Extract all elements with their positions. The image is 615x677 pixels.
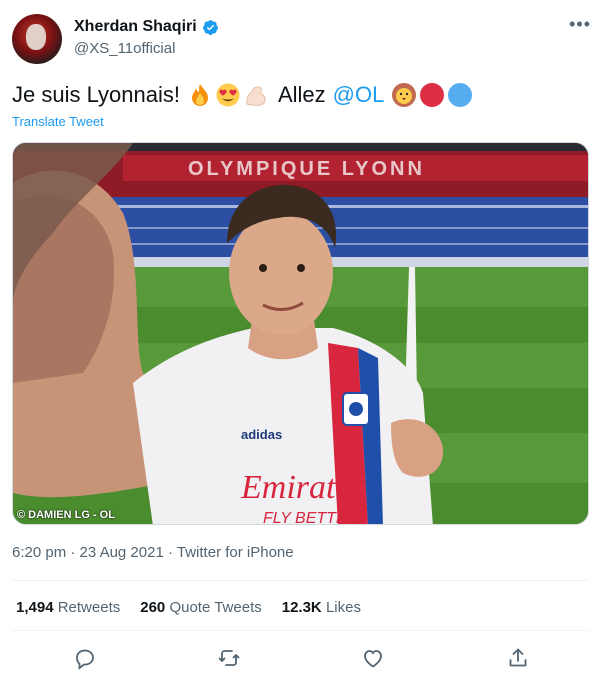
tweet-time[interactable]: 6:20 pm	[12, 544, 66, 561]
likes-count: 12.3K	[281, 599, 322, 616]
tweet-text: Je suis Lyonnais! Allez @OL	[12, 82, 475, 108]
tweet-meta: 6:20 pm · 23 Aug 2021 · Twitter for iPho…	[12, 544, 294, 561]
lion-emoji-icon	[392, 83, 417, 107]
divider-bottom	[12, 630, 589, 631]
tweet-stats: 1,494 Retweets 260 Quote Tweets 12.3K Li…	[16, 599, 361, 616]
tweet-source[interactable]: Twitter for iPhone	[177, 544, 294, 561]
likes-stat[interactable]: 12.3K Likes	[282, 599, 361, 616]
avatar-face	[26, 24, 46, 50]
tweet-text-part1: Je suis Lyonnais!	[12, 82, 180, 107]
stadium-selfie-illustration: OLYMPIQUE LYONN Emirates FLY BETTER adid…	[13, 143, 588, 525]
like-heart-icon[interactable]	[361, 646, 385, 670]
author-handle[interactable]: @XS_11official	[74, 40, 175, 57]
quote-tweets-count: 260	[140, 599, 166, 616]
tweet-photo[interactable]: OLYMPIQUE LYONN Emirates FLY BETTER adid…	[12, 142, 589, 525]
likes-label: Likes	[325, 599, 361, 616]
meta-separator: ·	[70, 544, 76, 561]
photo-credit: © DAMIEN LG - OL	[17, 509, 115, 521]
verified-badge-icon	[202, 19, 218, 35]
mention-link[interactable]: @OL	[333, 82, 385, 108]
tweet-date[interactable]: 23 Aug 2021	[80, 544, 164, 561]
tweet-text-part2: Allez	[277, 82, 326, 107]
share-icon[interactable]	[506, 646, 530, 670]
shirt-sponsor-line2-text: FLY BETTER	[263, 510, 359, 525]
quote-tweets-stat[interactable]: 260 Quote Tweets	[140, 599, 261, 616]
fire-emoji-icon	[191, 84, 208, 106]
tweet-card: Xherdan Shaqiri @XS_11official ••• Je su…	[0, 0, 615, 677]
meta-separator-2: ·	[167, 544, 173, 561]
retweet-icon[interactable]	[217, 646, 241, 670]
heart-eyes-emoji-icon	[216, 83, 240, 107]
flexed-biceps-emoji-icon	[246, 86, 266, 106]
translate-tweet-link[interactable]: Translate Tweet	[12, 114, 104, 129]
author-display-name[interactable]: Xherdan Shaqiri	[74, 18, 197, 36]
divider-top	[12, 580, 589, 581]
reply-icon[interactable]	[73, 646, 97, 670]
red-circle-emoji-icon	[420, 83, 445, 107]
more-options-icon[interactable]: •••	[569, 14, 591, 35]
shirt-sponsor-text: Emirates	[240, 469, 364, 506]
blue-circle-emoji-icon	[448, 83, 473, 107]
shirt-brand-text: adidas	[241, 427, 282, 442]
avatar[interactable]	[12, 14, 62, 64]
author-name-row: Xherdan Shaqiri	[74, 18, 219, 36]
tweet-action-bar	[0, 640, 615, 676]
stadium-sign-text: OLYMPIQUE LYONN	[188, 158, 425, 180]
quote-tweets-label: Quote Tweets	[169, 599, 262, 616]
retweets-count: 1,494	[16, 599, 54, 616]
retweets-label: Retweets	[57, 599, 121, 616]
retweets-stat[interactable]: 1,494 Retweets	[16, 599, 120, 616]
